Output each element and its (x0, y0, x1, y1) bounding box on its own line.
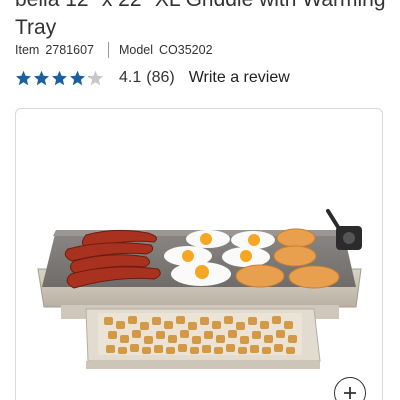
product-image (37, 209, 362, 369)
model-number: CO35202 (159, 43, 213, 57)
star-icon (88, 70, 103, 86)
star-rating[interactable] (15, 70, 105, 86)
star-icon (70, 70, 85, 86)
plus-icon (344, 387, 356, 399)
star-icon (52, 70, 67, 86)
rating-value: 4.1 (119, 69, 142, 86)
product-image-card[interactable] (15, 108, 383, 400)
review-count[interactable]: (86) (146, 69, 174, 87)
meta-divider (107, 42, 109, 58)
item-label: Item (15, 43, 40, 57)
rating-row: 4.1 (86) Write a review (15, 66, 290, 90)
product-title: bella 12" x 22" XL Griddle with Warming … (15, 0, 386, 39)
write-review-link[interactable]: Write a review (189, 69, 290, 87)
model-label: Model (118, 43, 154, 57)
star-icon (16, 70, 31, 86)
star-icon (34, 70, 49, 86)
product-meta: Item 2781607 Model CO35202 (15, 42, 213, 58)
item-number: 2781607 (45, 43, 94, 57)
